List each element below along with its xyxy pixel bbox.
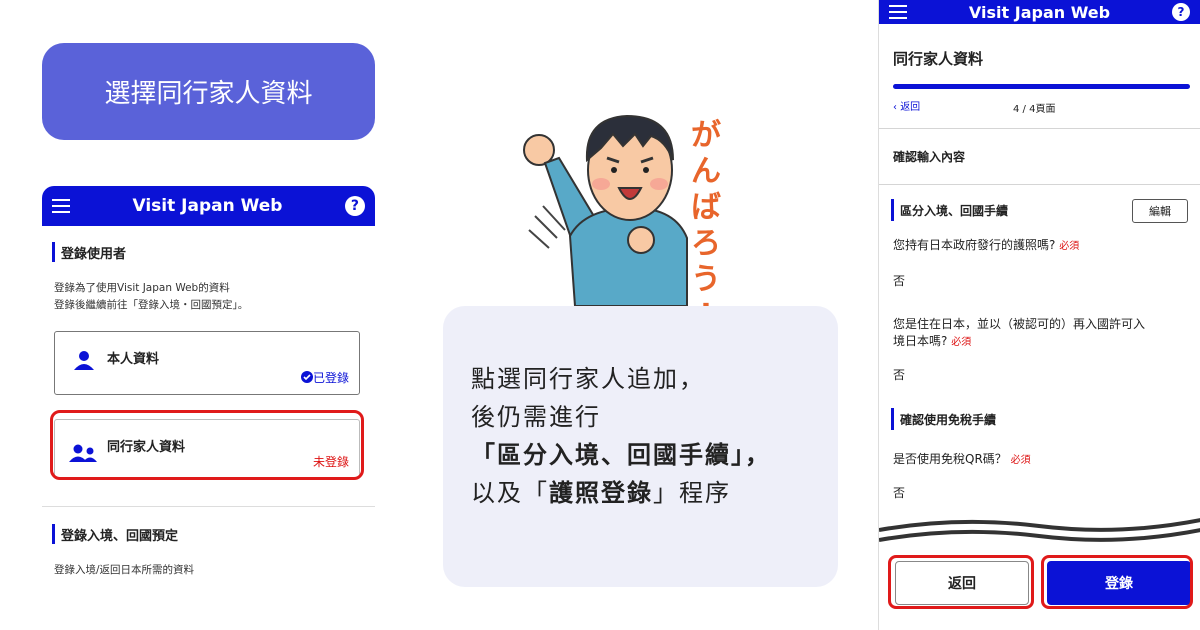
section-title: 登錄使用者 [61, 246, 127, 262]
highlight-frame [50, 410, 364, 480]
shout-char: ば [691, 190, 721, 225]
status-text: 已登錄 [312, 371, 349, 385]
required-tag: 必須 [951, 337, 972, 348]
shout-char: が [691, 118, 721, 153]
instruction-line: 「區分入境、回國手續」， [471, 441, 771, 469]
instruction-fragment: 以及「 [471, 479, 549, 507]
title-pill: 選擇同行家人資料 [42, 43, 375, 140]
card-self-data[interactable]: 本人資料 已登錄 [54, 331, 360, 395]
question-text: 您持有日本政府發行的護照嗎? [893, 238, 1056, 252]
back-link-label: 返回 [900, 102, 921, 113]
right-phone-screen: Visit Japan Web ? 同行家人資料 ‹ 返回 4 / 4頁面 確認… [878, 0, 1200, 630]
progress-bar [893, 84, 1190, 89]
instruction-line: 點選同行家人追加， [471, 365, 705, 393]
card-name: 本人資料 [107, 352, 160, 367]
help-icon[interactable]: ? [344, 196, 365, 216]
title-pill-label: 選擇同行家人資料 [104, 79, 313, 109]
instruction-bubble: 點選同行家人追加， 後仍需進行 「區分入境、回國手續」， 以及「護照登錄」程序 [443, 306, 838, 587]
section-entry-plan: 登錄入境、回國預定 [52, 524, 178, 544]
section-description: 登錄入境/返回日本所需的資料 [54, 564, 195, 576]
section-bar [52, 242, 55, 262]
page-counter: 4 / 4頁面 [1013, 104, 1056, 115]
answer-value: 否 [893, 368, 906, 382]
section-tax-free: 確認使用免稅手續 [891, 408, 996, 430]
menu-icon[interactable] [52, 199, 70, 213]
instruction-line: 以及「護照登錄」程序 [471, 474, 771, 512]
back-link[interactable]: ‹ 返回 [893, 98, 920, 113]
highlight-frame [888, 555, 1034, 609]
mascot-shout: が ん ば ろ う ! [686, 118, 726, 334]
section-bar [891, 408, 894, 430]
section-registered-users: 登錄使用者 [52, 242, 126, 262]
required-tag: 必須 [1010, 455, 1031, 466]
instruction-line: 後仍需進行 [471, 403, 601, 431]
shout-char: ん [691, 154, 721, 189]
page-title: 同行家人資料 [893, 50, 984, 68]
question-passport: 您持有日本政府發行的護照嗎? 必須 [893, 236, 1079, 253]
app-title: Visit Japan Web [132, 196, 283, 216]
instruction-text: 點選同行家人追加， 後仍需進行 「區分入境、回國手續」， 以及「護照登錄」程序 [471, 360, 771, 512]
menu-icon[interactable] [889, 5, 907, 19]
person-icon [74, 351, 94, 370]
edit-button[interactable]: 編輯 [1132, 199, 1188, 223]
torn-edge [879, 518, 1200, 542]
answer-value: 否 [893, 486, 906, 500]
question-reentry: 您是住在日本，並以（被認可的）再入國許可入 境日本嗎? 必須 [893, 316, 1145, 351]
divider [879, 184, 1200, 185]
required-tag: 必須 [1059, 241, 1080, 252]
section-bar [891, 199, 894, 221]
navbar: Visit Japan Web ? [42, 186, 375, 226]
confirm-heading: 確認輸入內容 [893, 150, 966, 164]
left-phone-screen: Visit Japan Web ? 登錄使用者 登錄為了使用Visit Japa… [42, 186, 375, 606]
shout-char: ろ [691, 226, 721, 261]
question-text: 境日本嗎? [893, 334, 948, 348]
help-icon[interactable]: ? [1172, 3, 1190, 21]
status-badge: 已登錄 [300, 369, 349, 386]
app-title: Visit Japan Web [968, 2, 1111, 22]
divider [42, 506, 375, 507]
section-title: 登錄入境、回國預定 [61, 528, 179, 544]
section-entry-procedure: 區分入境、回國手續 [891, 199, 1008, 221]
section-description: 登錄為了使用Visit Japan Web的資料 登錄後繼續前往「登錄入境・回國… [54, 280, 248, 314]
section-title: 區分入境、回國手續 [900, 203, 1009, 218]
desc-line: 登錄後繼續前往「登錄入境・回國預定」。 [54, 299, 249, 311]
divider [879, 128, 1200, 129]
shout-char: う [691, 262, 721, 297]
answer-value: 否 [893, 274, 906, 288]
question-text: 您是住在日本，並以（被認可的）再入國許可入 [893, 317, 1146, 331]
desc-line: 登錄為了使用Visit Japan Web的資料 [54, 282, 230, 294]
check-circle-icon [300, 371, 313, 383]
highlight-frame [1041, 555, 1193, 609]
question-text: 是否使用免稅QR碼？ [893, 452, 1007, 466]
instruction-fragment: 」程序 [653, 479, 731, 507]
section-bar [52, 524, 55, 544]
navbar: Visit Japan Web ? [879, 0, 1200, 24]
section-title: 確認使用免稅手續 [900, 412, 997, 427]
question-tax-qr: 是否使用免稅QR碼？ 必須 [893, 450, 1031, 467]
instruction-fragment: 護照登錄 [549, 479, 653, 507]
